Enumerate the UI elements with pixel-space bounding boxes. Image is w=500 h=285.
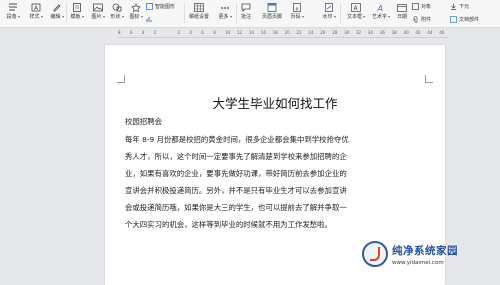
document-line[interactable]: 个大四实习的机会，这样等到毕业的时候就不用为工作发愁啦。 — [125, 220, 425, 230]
more-button[interactable]: 更多 — [215, 0, 235, 27]
ruler-tick-label: 6 — [201, 30, 204, 35]
page-number-button[interactable]: # 页码 — [288, 0, 306, 27]
site-watermark: 纯净系统家园 www.yidaimei.com — [362, 236, 500, 272]
ruler-tick-label: 28 — [332, 30, 338, 35]
ruler-tick-label: 42 — [415, 30, 421, 35]
download-icon — [451, 3, 456, 10]
style-icon: A — [30, 2, 42, 12]
document-line[interactable]: 宣讲会并积极投递简历。另外，并不是只有毕业生才可以去参加宣讲 — [125, 186, 425, 196]
horizontal-ruler[interactable]: 8 6 4 2 2 4 6 8 10 12 14 16 18 20 22 24 26 28 30 32 34 36 38 40… — [0, 28, 500, 40]
object-button[interactable]: 对象 — [412, 2, 431, 10]
download-button[interactable]: 下元 — [450, 2, 469, 10]
document-line[interactable]: 业，如果有喜欢的企业，要事先做好功课，带好简历前去参加企业的 — [125, 169, 425, 179]
art-text-button[interactable]: A 艺术字 — [370, 0, 392, 27]
ruler-tick-label: 44 — [427, 30, 433, 35]
doc-parts-button[interactable]: 文档部件 — [450, 15, 479, 23]
ruler-tick-label: 46 — [439, 30, 445, 35]
svg-text:A: A — [354, 5, 359, 12]
ruler-tick-label: 8 — [118, 30, 121, 35]
date-icon — [396, 2, 408, 12]
comment-icon — [240, 2, 252, 12]
smart-graphic-icon — [146, 2, 153, 10]
smart-graphic-button[interactable]: 智能图形 — [146, 2, 175, 10]
object-icon — [412, 2, 419, 10]
ruler-tick-label: 36 — [379, 30, 385, 35]
chart-icon — [146, 16, 152, 22]
ruler-tick-label: 16 — [260, 30, 266, 35]
comment-button[interactable]: 批注 — [237, 0, 255, 27]
attachment-icon — [413, 15, 418, 23]
doc-parts-icon — [450, 15, 457, 23]
template-icon — [71, 2, 83, 12]
svg-text:A: A — [377, 4, 383, 12]
document-title[interactable]: 大学生毕业如何找工作 — [105, 93, 445, 112]
edit-icon — [51, 2, 63, 12]
ruler-tick-label: 8 — [213, 30, 216, 35]
ruler-tick-label: 6 — [129, 30, 133, 35]
picture-button[interactable]: 图片 — [89, 0, 107, 27]
ruler-tick-label: 22 — [296, 30, 302, 35]
icon-icon — [130, 2, 142, 12]
paragraph-icon — [7, 2, 19, 12]
template-button[interactable]: 模板 — [67, 0, 87, 27]
paragraph-button[interactable]: 段落 — [2, 0, 24, 27]
ruler-tick-label: 12 — [237, 30, 243, 35]
document-line[interactable]: 会或投递简历哦，如果你是大三的学生，也可以提前去了解并争取一 — [125, 203, 425, 213]
document-heading[interactable]: 校园招聘会 — [125, 117, 425, 127]
icon-button[interactable]: 图标 — [127, 0, 145, 27]
ruler-tick-label: 34 — [367, 30, 373, 35]
ruler-tick-label: 10 — [225, 30, 231, 35]
ruler-tick-label: 20 — [284, 30, 290, 35]
ruler-tick-label: 32 — [356, 30, 362, 35]
more-icon — [219, 2, 231, 12]
ruler-tick-label: 2 — [153, 30, 157, 35]
ruler-tick-label: 30 — [344, 30, 350, 35]
watermark-icon — [323, 2, 335, 12]
ruler-tick-label: 4 — [141, 30, 145, 35]
ruler-tick-label: 24 — [308, 30, 314, 35]
shape-icon — [111, 2, 123, 12]
manuscript-button[interactable]: 稿纸设置 — [185, 0, 213, 27]
picture-icon — [92, 2, 104, 12]
date-button[interactable]: 日期 — [395, 0, 409, 27]
header-footer-icon — [266, 2, 278, 12]
chart-button[interactable] — [146, 15, 155, 23]
textbox-button[interactable]: A 文本框 — [345, 0, 367, 27]
ruler-tick-label: 26 — [320, 30, 326, 35]
edit-button[interactable]: 编辑 — [48, 0, 66, 27]
ruler-tick-label: 2 — [177, 30, 181, 35]
art-text-icon: A — [375, 2, 387, 12]
style-button[interactable]: A 样式 — [26, 0, 46, 27]
textbox-icon: A — [350, 2, 362, 12]
ruler-tick-label: 4 — [189, 30, 192, 35]
ruler-tick-label: 14 — [248, 30, 254, 35]
watermark-logo-icon — [362, 241, 388, 267]
watermark-button[interactable]: 水印 — [320, 0, 338, 27]
shape-button[interactable]: 形状 — [108, 0, 126, 27]
ruler-tick-label: 40 — [403, 30, 409, 35]
page-number-icon: # — [291, 2, 303, 12]
ruler-tick-label: 38 — [391, 30, 397, 35]
header-footer-button[interactable]: 页眉页脚 — [258, 0, 286, 27]
margin-corner-top-right — [425, 75, 433, 83]
manuscript-icon — [193, 2, 205, 12]
watermark-url: www.yidaimei.com — [392, 259, 444, 266]
attachment-button[interactable]: 附件 — [412, 15, 431, 23]
ruler-tick-label: 18 — [272, 30, 278, 35]
svg-text:#: # — [295, 6, 299, 11]
margin-corner-top-left — [117, 75, 125, 83]
document-line[interactable]: 每年 8-9 月份都是校招的黄金时间，很多企业都会集中到学校抢夺优 — [125, 135, 425, 145]
document-line[interactable]: 秀人才，所以，这个时间一定要事先了解清楚到学校来参加招聘的企 — [125, 152, 425, 162]
watermark-title: 纯净系统家园 — [392, 244, 458, 257]
toolbar-ribbon: 段落 A 样式 编辑 模板 图片 形状 图标 智能图形 稿纸设置 更多 批注 页… — [0, 0, 500, 28]
